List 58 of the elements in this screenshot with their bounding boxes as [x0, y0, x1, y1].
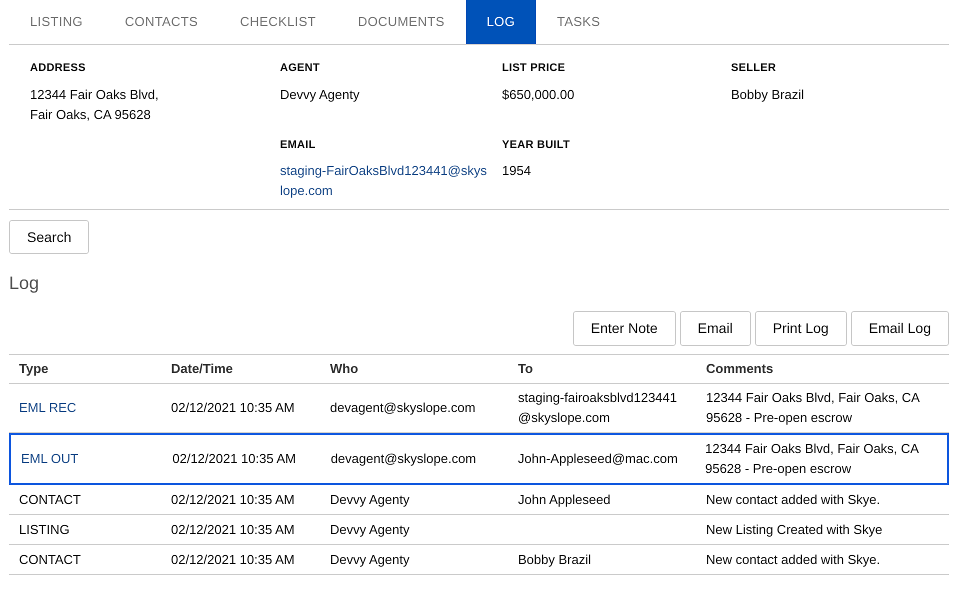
- table-cell: John-Appleseed@mac.com: [518, 451, 678, 466]
- field-label: AGENT: [280, 61, 321, 76]
- tab[interactable]: DOCUMENTS: [336, 0, 466, 44]
- field-value: Bobby Brazil: [731, 86, 805, 104]
- tab[interactable]: CHECKLIST: [218, 0, 337, 44]
- table-row[interactable]: EML OUT 02/12/2021 10:35 AM devagent@skyslope.com John-Appleseed@mac.com 12344 Fair Oaks Blvd, Fair Oaks, CA 95628 - Pre-open escrow: [9, 433, 949, 485]
- field-label: SELLER: [731, 61, 778, 76]
- toolbar-button[interactable]: Email: [680, 311, 751, 346]
- tab[interactable]: LISTING: [9, 0, 104, 44]
- type-link[interactable]: EML REC: [19, 400, 76, 415]
- table-cell: 02/12/2021 10:35 AM: [171, 492, 295, 506]
- column-header: To: [518, 361, 533, 376]
- tab[interactable]: LOG: [466, 0, 536, 44]
- field-value: $650,000.00: [502, 86, 576, 104]
- table-cell: Devvy Agenty: [330, 522, 410, 536]
- table-cell: 02/12/2021 10:35 AM: [171, 400, 295, 415]
- column-header: Date/Time: [171, 361, 233, 376]
- tab[interactable]: CONTACTS: [104, 0, 219, 44]
- table-cell: New Listing Created with Skye: [706, 522, 882, 536]
- toolbar-button[interactable]: Email Log: [850, 311, 949, 346]
- table-cell: 02/12/2021 10:35 AM: [172, 451, 296, 466]
- section-title: Log: [9, 272, 40, 295]
- field-label: EMAIL: [280, 138, 317, 152]
- table-cell: New contact added with Skye.: [706, 492, 880, 506]
- table-cell: Devvy Agenty: [330, 552, 410, 566]
- column-header: Comments: [706, 361, 774, 376]
- table-cell: 12344 Fair Oaks Blvd, Fair Oaks, CA 95628 - Pre-open escrow: [706, 390, 920, 425]
- email-link[interactable]: staging-FairOaksBlvd123441@skyslope.com: [280, 161, 488, 201]
- table-cell: 02/12/2021 10:35 AM: [171, 522, 295, 536]
- field-label: LIST PRICE: [502, 61, 566, 76]
- table-cell: 12344 Fair Oaks Blvd, Fair Oaks, CA 95628 - Pre-open escrow: [705, 441, 918, 476]
- toolbar-button[interactable]: Enter Note: [572, 311, 676, 346]
- table-cell: Bobby Brazil: [518, 552, 591, 566]
- table-row[interactable]: CONTACT 02/12/2021 10:35 AM Devvy Agenty John Appleseed New contact added with Skye.: [9, 485, 949, 515]
- search-button[interactable]: Search: [9, 220, 90, 254]
- table-cell: John Appleseed: [518, 492, 611, 506]
- column-header: Who: [330, 361, 358, 376]
- table-cell: New contact added with Skye.: [706, 552, 880, 566]
- table-cell: staging-fairoaksblvd123441@skyslope.com: [518, 390, 677, 425]
- table-row[interactable]: EML REC 02/12/2021 10:35 AM devagent@skyslope.com staging-fairoaksblvd123441@skyslope.com 12344 Fair Oaks Blvd, Fair Oaks, CA 95628 - Pre-open escrow: [9, 384, 949, 433]
- table-cell: CONTACT: [19, 552, 81, 566]
- table-cell: Devvy Agenty: [330, 492, 410, 506]
- table-cell: LISTING: [19, 522, 70, 536]
- table-cell: 02/12/2021 10:35 AM: [171, 552, 295, 566]
- table-cell: CONTACT: [19, 492, 81, 506]
- table-row[interactable]: CONTACT 02/12/2021 10:35 AM Devvy Agenty Bobby Brazil New contact added with Skye.: [9, 545, 949, 575]
- field-value: 12344 Fair Oaks Blvd, Fair Oaks, CA 95628: [30, 86, 160, 124]
- toolbar-button[interactable]: Print Log: [754, 311, 847, 346]
- table-cell: devagent@skyslope.com: [330, 451, 476, 466]
- table-cell: devagent@skyslope.com: [330, 400, 476, 415]
- tab[interactable]: TASKS: [536, 0, 622, 44]
- table-row[interactable]: LISTING 02/12/2021 10:35 AM Devvy Agenty New Listing Created with Skye: [9, 515, 949, 545]
- type-link[interactable]: EML OUT: [21, 451, 78, 466]
- field-label: ADDRESS: [30, 61, 87, 76]
- column-header: Type: [19, 361, 48, 376]
- field-value: Devvy Agenty: [280, 86, 360, 104]
- field-value: 1954: [502, 162, 532, 180]
- field-label: YEAR BUILT: [502, 138, 571, 152]
